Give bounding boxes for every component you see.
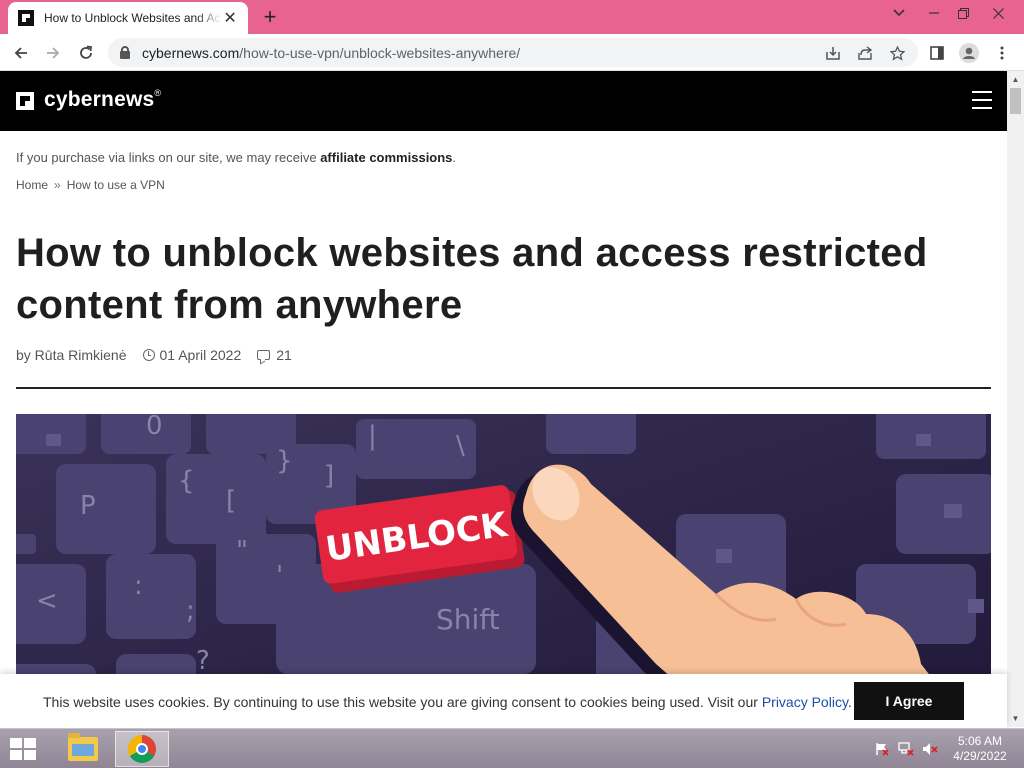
title-divider (16, 387, 991, 389)
svg-text:": " (236, 536, 248, 566)
restore-button[interactable] (947, 0, 979, 26)
article-title: How to unblock websites and access restr… (16, 231, 928, 327)
affiliate-notice: If you purchase via links on our site, w… (16, 150, 457, 165)
page-scrollbar[interactable]: ▲ ▼ (1007, 71, 1024, 727)
file-explorer-taskbar-button[interactable] (56, 731, 110, 767)
bookmark-star-icon[interactable] (886, 42, 908, 64)
share-icon[interactable] (854, 42, 876, 64)
tab-search-icon[interactable] (883, 0, 915, 26)
tab-close-icon[interactable]: ✕ (222, 8, 238, 28)
svg-text:': ' (276, 561, 283, 591)
chrome-taskbar-button[interactable] (115, 731, 169, 767)
clock-time: 5:06 AM (957, 734, 1003, 748)
svg-text::: : (134, 571, 143, 601)
tab-title: How to Unblock Websites and Access Restr… (44, 11, 222, 25)
minimize-button[interactable] (918, 0, 950, 26)
svg-text:{: { (178, 466, 195, 496)
scroll-down-arrow-icon[interactable]: ▼ (1007, 710, 1024, 727)
volume-muted-icon[interactable] (922, 741, 938, 757)
privacy-policy-link[interactable]: Privacy Policy (762, 694, 848, 710)
reload-button[interactable] (73, 40, 99, 66)
svg-text:]: ] (324, 461, 334, 491)
page-viewport: cybernews® If you purchase via links on … (0, 71, 1007, 727)
article-date: 01 April 2022 (159, 347, 242, 363)
cybernews-favicon-icon (18, 10, 34, 26)
close-window-button[interactable] (978, 0, 1018, 26)
comment-count: 21 (276, 347, 292, 363)
windows-start-icon[interactable] (8, 737, 38, 761)
site-header: cybernews® (0, 71, 1007, 131)
browser-tab[interactable]: How to Unblock Websites and Access Restr… (8, 2, 248, 34)
network-icon[interactable] (898, 741, 914, 757)
cookie-message: This website uses cookies. By continuing… (43, 694, 852, 710)
breadcrumb-category[interactable]: How to use a VPN (67, 178, 165, 192)
install-app-icon[interactable] (822, 42, 844, 64)
article-date-wrap: 01 April 2022 (142, 347, 242, 363)
clock-icon (142, 349, 155, 361)
breadcrumb: Home » How to use a VPN (16, 178, 165, 192)
cookie-consent-bar: This website uses cookies. By continuing… (0, 674, 1007, 728)
agree-button[interactable]: I Agree (854, 682, 964, 720)
svg-text:\: \ (456, 431, 465, 461)
system-clock[interactable]: 5:06 AM 4/29/2022 (948, 734, 1012, 764)
affiliate-link[interactable]: affiliate commissions (320, 150, 452, 165)
svg-text:?: ? (196, 646, 210, 676)
breadcrumb-home[interactable]: Home (16, 178, 48, 192)
menu-kebab-icon[interactable] (989, 40, 1015, 66)
chrome-icon (128, 735, 156, 763)
browser-toolbar: cybernews.com/how-to-use-vpn/unblock-web… (0, 34, 1024, 71)
svg-text:Shift: Shift (436, 603, 500, 636)
hamburger-menu-icon[interactable] (972, 91, 992, 111)
svg-text:[: [ (226, 486, 236, 516)
scroll-up-arrow-icon[interactable]: ▲ (1007, 71, 1024, 88)
scrollbar-thumb[interactable] (1010, 88, 1021, 114)
tab-strip: How to Unblock Websites and Access Restr… (0, 0, 1024, 34)
folder-icon (68, 733, 98, 761)
site-logo[interactable]: cybernews® (44, 88, 161, 112)
action-center-flag-icon[interactable] (874, 741, 890, 757)
comments-link[interactable]: 21 (257, 347, 292, 363)
profile-avatar-icon[interactable] (956, 40, 982, 66)
svg-text:;: ; (186, 596, 195, 626)
url-text: cybernews.com/how-to-use-vpn/unblock-web… (142, 45, 521, 61)
article-author[interactable]: by Rūta Rimkienė (16, 347, 127, 363)
address-bar[interactable]: cybernews.com/how-to-use-vpn/unblock-web… (108, 38, 918, 67)
svg-text:}: } (276, 446, 293, 476)
forward-button[interactable] (40, 40, 66, 66)
clock-date: 4/29/2022 (953, 749, 1007, 763)
comment-icon (257, 350, 271, 360)
breadcrumb-separator-icon: » (54, 178, 61, 192)
windows-taskbar: 5:06 AM 4/29/2022 (0, 728, 1024, 768)
new-tab-button[interactable]: + (258, 5, 282, 29)
cybernews-logo-icon[interactable] (16, 92, 34, 110)
svg-text:P: P (80, 491, 96, 521)
svg-text:<: < (36, 586, 58, 616)
lock-icon[interactable] (120, 46, 130, 59)
back-button[interactable] (8, 40, 34, 66)
svg-text:|: | (368, 421, 377, 451)
svg-text:0: 0 (146, 414, 163, 441)
article-meta: by Rūta Rimkienė 01 April 2022 21 (16, 347, 308, 363)
side-panel-icon[interactable] (924, 40, 950, 66)
